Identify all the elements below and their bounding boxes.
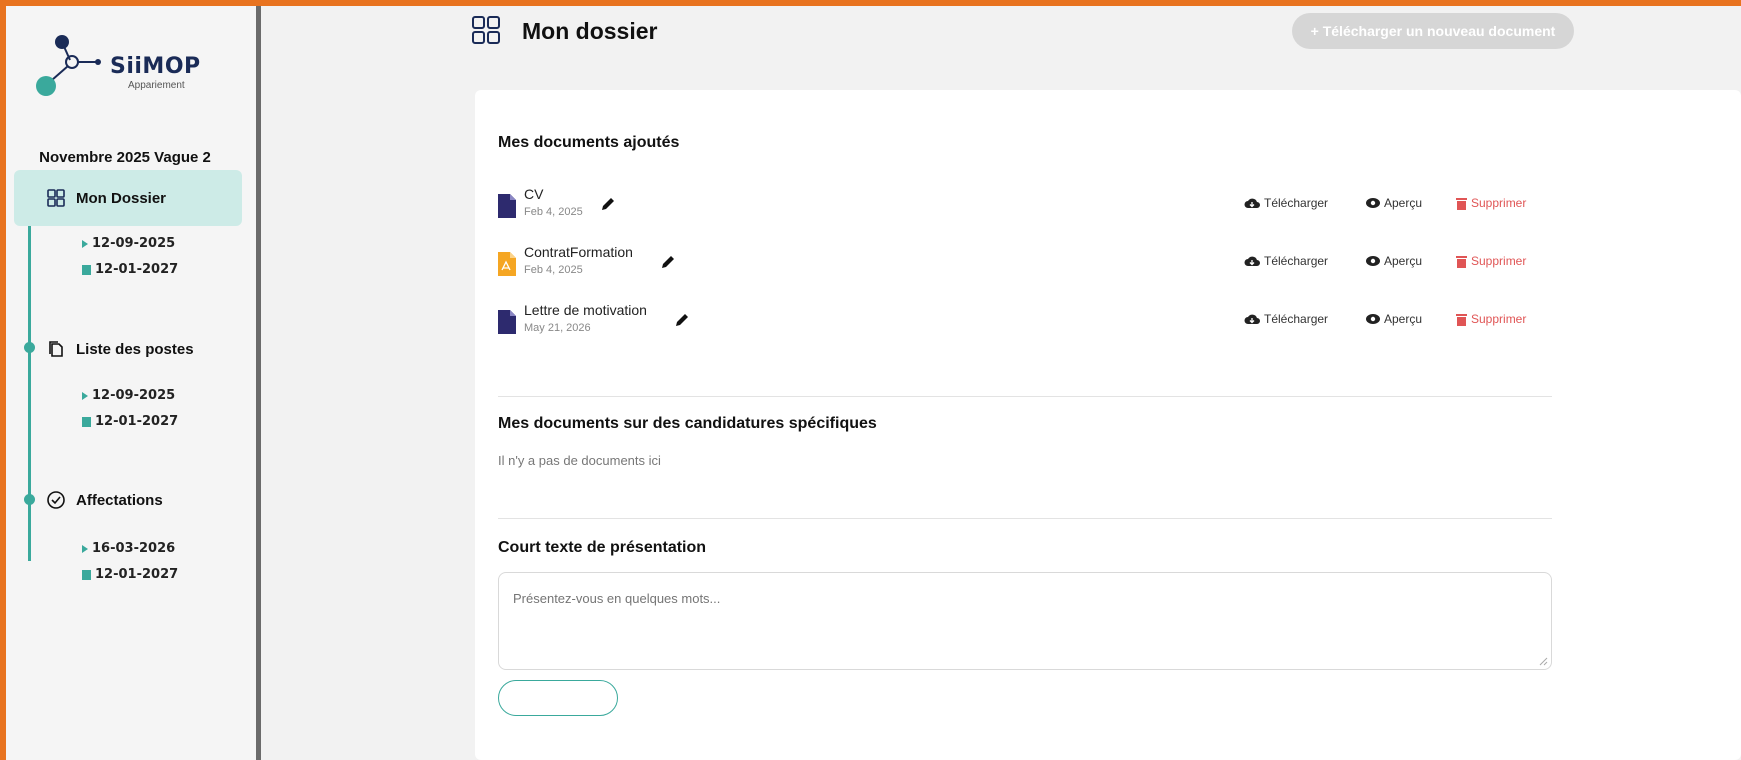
delete-button[interactable]: Supprimer bbox=[1456, 312, 1526, 326]
sidebar-item-label: Liste des postes bbox=[76, 340, 194, 358]
pdf-file-icon bbox=[498, 252, 516, 276]
trash-icon bbox=[1456, 197, 1467, 210]
file-icon bbox=[498, 310, 516, 334]
brand-subtitle: Appariement bbox=[128, 80, 185, 91]
start-date-value: 16-03-2026 bbox=[92, 541, 176, 556]
preview-label: Aperçu bbox=[1384, 196, 1423, 210]
document-row: Lettre de motivation May 21, 2026 Téléch… bbox=[498, 302, 1558, 346]
resize-grip-icon[interactable] bbox=[1538, 656, 1548, 666]
eye-icon bbox=[1366, 256, 1380, 266]
end-date: 12-01-2027 bbox=[82, 414, 178, 429]
download-label: Télécharger bbox=[1264, 254, 1329, 268]
play-icon bbox=[82, 391, 88, 400]
document-name: ContratFormation bbox=[524, 244, 633, 260]
section-title-presentation: Court texte de présentation bbox=[498, 539, 707, 556]
divider bbox=[498, 396, 1552, 397]
play-icon bbox=[82, 239, 88, 248]
upload-document-button[interactable]: + Télécharger un nouveau document bbox=[1292, 13, 1574, 49]
pencil-icon[interactable] bbox=[660, 254, 676, 270]
document-date: May 21, 2026 bbox=[524, 322, 591, 334]
sidebar-item-label: Mon Dossier bbox=[76, 189, 167, 207]
pencil-icon[interactable] bbox=[600, 196, 616, 212]
sidebar-item-label: Affectations bbox=[76, 491, 163, 509]
download-button[interactable]: Télécharger bbox=[1244, 312, 1328, 326]
document-date: Feb 4, 2025 bbox=[524, 206, 583, 218]
flag-icon bbox=[82, 569, 91, 580]
document-row: ContratFormation Feb 4, 2025 Télécharger… bbox=[498, 244, 1558, 288]
copy-icon bbox=[46, 339, 66, 359]
start-date-value: 12-09-2025 bbox=[92, 236, 176, 251]
cloud-download-icon bbox=[1244, 314, 1260, 324]
page-title: Mon dossier bbox=[522, 18, 658, 44]
sidebar bbox=[6, 6, 256, 760]
start-date: 12-09-2025 bbox=[82, 236, 175, 251]
delete-button[interactable]: Supprimer bbox=[1456, 196, 1526, 210]
download-label: Télécharger bbox=[1264, 196, 1329, 210]
cloud-download-icon bbox=[1244, 256, 1260, 266]
end-date: 12-01-2027 bbox=[82, 567, 178, 582]
document-name: CV bbox=[524, 186, 544, 202]
preview-button[interactable]: Aperçu bbox=[1366, 312, 1422, 326]
sidebar-item-liste-des-postes[interactable]: Liste des postes bbox=[14, 321, 242, 377]
brand-name: SiiMOP bbox=[110, 54, 201, 79]
presentation-textarea[interactable] bbox=[498, 572, 1552, 670]
document-name: Lettre de motivation bbox=[524, 302, 647, 318]
pencil-icon[interactable] bbox=[674, 312, 690, 328]
start-date-value: 12-09-2025 bbox=[92, 388, 176, 403]
divider bbox=[498, 518, 1552, 519]
preview-label: Aperçu bbox=[1384, 254, 1423, 268]
cloud-download-icon bbox=[1244, 198, 1260, 208]
download-button[interactable]: Télécharger bbox=[1244, 196, 1328, 210]
document-row: CV Feb 4, 2025 Télécharger Aperçu Suppri… bbox=[498, 186, 1558, 230]
sidebar-item-mon-dossier[interactable]: Mon Dossier bbox=[14, 170, 242, 226]
grid-icon bbox=[46, 188, 66, 208]
preview-button[interactable]: Aperçu bbox=[1366, 196, 1422, 210]
trash-icon bbox=[1456, 313, 1467, 326]
sidebar-item-affectations[interactable]: Affectations bbox=[14, 472, 242, 528]
eye-icon bbox=[1366, 198, 1380, 208]
trash-icon bbox=[1456, 255, 1467, 268]
end-date-value: 12-01-2027 bbox=[95, 414, 179, 429]
empty-state-text: Il n'y a pas de documents ici bbox=[498, 453, 661, 468]
delete-button[interactable]: Supprimer bbox=[1456, 254, 1526, 268]
file-icon bbox=[498, 194, 516, 218]
delete-label: Supprimer bbox=[1471, 196, 1527, 210]
wave-label: Novembre 2025 Vague 2 bbox=[39, 149, 211, 166]
start-date: 16-03-2026 bbox=[82, 541, 175, 556]
play-icon bbox=[82, 544, 88, 553]
end-date: 12-01-2027 bbox=[82, 262, 178, 277]
section-title-added-docs: Mes documents ajoutés bbox=[498, 134, 680, 151]
section-title-specific-docs: Mes documents sur des candidatures spéci… bbox=[498, 415, 877, 432]
delete-label: Supprimer bbox=[1471, 312, 1527, 326]
eye-icon bbox=[1366, 314, 1380, 324]
flag-icon bbox=[82, 416, 91, 427]
delete-label: Supprimer bbox=[1471, 254, 1527, 268]
flag-icon bbox=[82, 264, 91, 275]
check-circle-icon bbox=[46, 490, 66, 510]
grid-icon bbox=[472, 16, 500, 44]
document-date: Feb 4, 2025 bbox=[524, 264, 583, 276]
download-button[interactable]: Télécharger bbox=[1244, 254, 1328, 268]
start-date: 12-09-2025 bbox=[82, 388, 175, 403]
end-date-value: 12-01-2027 bbox=[95, 567, 179, 582]
save-button[interactable] bbox=[498, 680, 618, 716]
end-date-value: 12-01-2027 bbox=[95, 262, 179, 277]
preview-button[interactable]: Aperçu bbox=[1366, 254, 1422, 268]
preview-label: Aperçu bbox=[1384, 312, 1423, 326]
download-label: Télécharger bbox=[1264, 312, 1329, 326]
